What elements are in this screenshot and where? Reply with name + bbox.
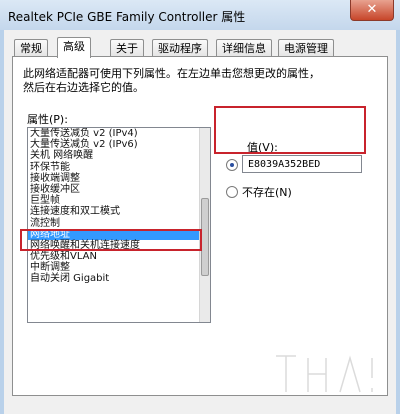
tab-details[interactable]: 详细信息 [216,39,272,57]
list-item[interactable]: 接收端调整 [28,173,210,184]
list-scrollbar[interactable] [199,128,210,322]
list-item[interactable]: 大量传送减负 v2 (IPv4) [28,128,210,139]
list-item[interactable]: 流控制 [28,218,210,229]
watermark-logo-icon [273,348,375,395]
tab-general[interactable]: 常规 [14,39,48,57]
close-button[interactable]: ✕ [350,0,394,21]
list-item[interactable]: 接收缓冲区 [28,184,210,195]
list-item[interactable]: 大量传送减负 v2 (IPv6) [28,139,210,150]
scrollbar-thumb[interactable] [201,198,209,276]
description-line: 然后在右边选择它的值。 [23,81,144,94]
tab-advanced[interactable]: 高级 [57,37,91,58]
tab-power-management[interactable]: 电源管理 [278,39,334,57]
value-label: 值(V): [247,141,278,154]
close-icon: ✕ [366,2,378,17]
tab-driver[interactable]: 驱动程序 [152,39,208,57]
list-item[interactable]: 中断调整 [28,262,210,273]
description-line: 此网络适配器可使用下列属性。在左边单击您想更改的属性， [23,67,320,80]
property-label: 属性(P): [27,113,68,126]
value-input[interactable]: E8039A352BED [242,155,362,173]
list-item[interactable]: 巨型帧 [28,195,210,206]
value-radio[interactable] [226,159,238,171]
list-item[interactable]: 环保节能 [28,162,210,173]
tab-about[interactable]: 关于 [110,39,144,57]
advanced-panel: 此网络适配器可使用下列属性。在左边单击您想更改的属性， 然后在右边选择它的值。 … [12,56,388,396]
list-item-selected[interactable]: 网络地址 [28,228,210,240]
list-item[interactable]: 连接速度和双工模式 [28,206,210,217]
not-present-radio[interactable] [226,186,238,198]
list-item[interactable]: 自动关闭 Gigabit [28,273,210,284]
list-item[interactable]: 网络唤醒和关机连接速度 [28,240,210,251]
not-present-label: 不存在(N) [242,186,292,199]
window-title: Realtek PCIe GBE Family Controller 属性 [8,10,246,24]
list-item[interactable]: 关机 网络唤醒 [28,150,210,161]
title-bar: Realtek PCIe GBE Family Controller 属性 ✕ [0,0,400,30]
property-list[interactable]: 大量传送减负 v2 (IPv4) 大量传送减负 v2 (IPv6) 关机 网络唤… [27,127,211,323]
description-text: 此网络适配器可使用下列属性。在左边单击您想更改的属性， 然后在右边选择它的值。 [23,67,383,95]
list-item[interactable]: 优先级和VLAN [28,251,210,262]
